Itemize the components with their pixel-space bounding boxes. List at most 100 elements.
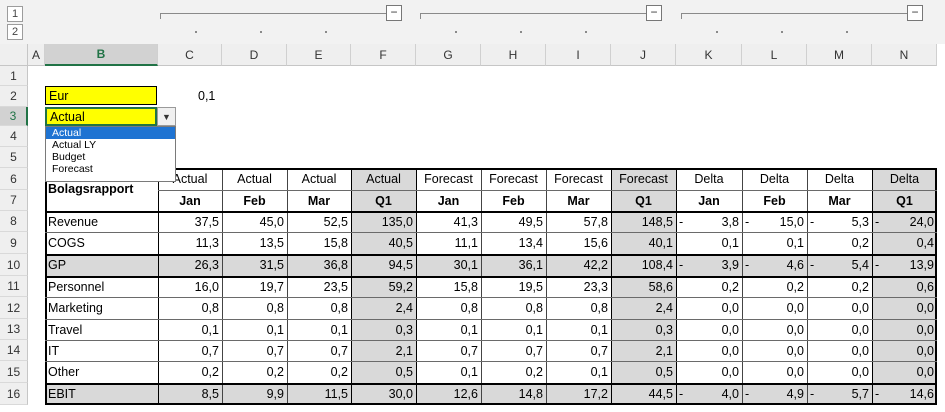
value-cell[interactable]: 40,1 [611, 232, 676, 254]
value-cell[interactable]: - 13,9 [872, 254, 937, 276]
value-cell[interactable]: 0,5 [611, 361, 676, 383]
value-cell[interactable]: 0,0 [676, 340, 742, 361]
value-cell[interactable]: 0,1 [742, 232, 807, 254]
row-header-7[interactable]: 7 [0, 190, 28, 211]
collapse-group-3-button[interactable]: − [907, 5, 923, 21]
value-cell[interactable]: 30,0 [351, 383, 416, 405]
value-cell[interactable]: 0,0 [807, 297, 872, 319]
value-cell[interactable]: 0,1 [158, 319, 222, 340]
dropdown-option-forecast[interactable]: Forecast [46, 163, 175, 175]
value-cell[interactable]: 0,2 [481, 361, 546, 383]
value-cell[interactable]: 12,6 [416, 383, 481, 405]
row-header-6[interactable]: 6 [0, 168, 28, 190]
value-cell[interactable]: 0,2 [676, 276, 742, 297]
value-cell[interactable]: 0,2 [158, 361, 222, 383]
value-cell[interactable]: 0,0 [807, 319, 872, 340]
value-cell[interactable]: 19,5 [481, 276, 546, 297]
value-cell[interactable]: 0,7 [416, 340, 481, 361]
column-header-h[interactable]: H [481, 44, 546, 66]
row-header-1[interactable]: 1 [0, 66, 28, 86]
value-cell[interactable]: 0,7 [158, 340, 222, 361]
row-header-13[interactable]: 13 [0, 319, 28, 340]
column-header-i[interactable]: I [546, 44, 611, 66]
column-header-b[interactable]: B [45, 44, 158, 66]
rate-cell[interactable]: 0,1 [195, 86, 235, 105]
value-cell[interactable]: 11,3 [158, 232, 222, 254]
column-header-d[interactable]: D [222, 44, 287, 66]
value-cell[interactable]: 0,1 [676, 232, 742, 254]
row-header-5[interactable]: 5 [0, 147, 28, 168]
value-cell[interactable]: - 4,6 [742, 254, 807, 276]
value-cell[interactable]: 13,5 [222, 232, 287, 254]
dropdown-arrow-icon[interactable]: ▼ [157, 107, 176, 126]
value-cell[interactable]: 19,7 [222, 276, 287, 297]
value-cell[interactable]: 36,1 [481, 254, 546, 276]
value-cell[interactable]: 0,2 [222, 361, 287, 383]
value-cell[interactable]: 0,6 [872, 276, 937, 297]
value-cell[interactable]: 59,2 [351, 276, 416, 297]
row-header-8[interactable]: 8 [0, 211, 28, 232]
value-cell[interactable]: 0,0 [807, 361, 872, 383]
value-cell[interactable]: 13,4 [481, 232, 546, 254]
row-header-10[interactable]: 10 [0, 254, 28, 276]
value-cell[interactable]: 23,3 [546, 276, 611, 297]
row-header-9[interactable]: 9 [0, 232, 28, 254]
value-cell[interactable]: 0,0 [676, 319, 742, 340]
value-cell[interactable]: 0,0 [742, 340, 807, 361]
value-cell[interactable]: 0,3 [351, 319, 416, 340]
value-cell[interactable]: 42,2 [546, 254, 611, 276]
value-cell[interactable]: 52,5 [287, 211, 351, 232]
value-cell[interactable]: 0,8 [222, 297, 287, 319]
value-cell[interactable]: 16,0 [158, 276, 222, 297]
value-cell[interactable]: 0,0 [807, 340, 872, 361]
value-cell[interactable]: 0,5 [351, 361, 416, 383]
value-cell[interactable]: 2,1 [351, 340, 416, 361]
outline-level-2-button[interactable]: 2 [7, 24, 23, 40]
value-cell[interactable]: 15,8 [287, 232, 351, 254]
value-cell[interactable]: 15,6 [546, 232, 611, 254]
value-cell[interactable]: 8,5 [158, 383, 222, 405]
dropdown-option-actual[interactable]: Actual [46, 127, 175, 139]
row-header-16[interactable]: 16 [0, 383, 28, 405]
value-cell[interactable]: 0,0 [742, 297, 807, 319]
value-cell[interactable]: 0,1 [416, 319, 481, 340]
row-header-11[interactable]: 11 [0, 276, 28, 297]
value-cell[interactable]: 0,0 [872, 319, 937, 340]
value-cell[interactable]: 0,2 [807, 232, 872, 254]
value-cell[interactable]: 0,7 [287, 340, 351, 361]
row-header-3[interactable]: 3 [0, 107, 28, 126]
value-cell[interactable]: 108,4 [611, 254, 676, 276]
value-cell[interactable]: 0,1 [546, 319, 611, 340]
value-cell[interactable]: 11,5 [287, 383, 351, 405]
value-cell[interactable]: 0,8 [287, 297, 351, 319]
value-cell[interactable]: 36,8 [287, 254, 351, 276]
value-cell[interactable]: 0,7 [481, 340, 546, 361]
value-cell[interactable]: 0,1 [222, 319, 287, 340]
value-cell[interactable]: 0,0 [742, 319, 807, 340]
value-cell[interactable]: 0,1 [546, 361, 611, 383]
value-cell[interactable]: 2,4 [351, 297, 416, 319]
value-cell[interactable]: 40,5 [351, 232, 416, 254]
column-header-l[interactable]: L [742, 44, 807, 66]
value-cell[interactable]: - 14,6 [872, 383, 937, 405]
value-cell[interactable]: 14,8 [481, 383, 546, 405]
row-header-12[interactable]: 12 [0, 297, 28, 319]
value-cell[interactable]: 0,4 [872, 232, 937, 254]
value-cell[interactable]: 0,8 [481, 297, 546, 319]
column-header-f[interactable]: F [351, 44, 416, 66]
value-cell[interactable]: 0,8 [416, 297, 481, 319]
value-cell[interactable]: 0,1 [481, 319, 546, 340]
currency-cell[interactable]: Eur [45, 86, 157, 105]
value-cell[interactable]: 0,8 [158, 297, 222, 319]
scenario-cell[interactable]: Actual [45, 107, 157, 126]
value-cell[interactable]: 0,0 [872, 361, 937, 383]
value-cell[interactable]: - 4,0 [676, 383, 742, 405]
column-header-j[interactable]: J [611, 44, 676, 66]
value-cell[interactable]: - 3,9 [676, 254, 742, 276]
value-cell[interactable]: 45,0 [222, 211, 287, 232]
collapse-group-1-button[interactable]: − [386, 5, 402, 21]
value-cell[interactable]: 2,1 [611, 340, 676, 361]
value-cell[interactable]: 44,5 [611, 383, 676, 405]
value-cell[interactable]: 49,5 [481, 211, 546, 232]
value-cell[interactable]: - 5,4 [807, 254, 872, 276]
